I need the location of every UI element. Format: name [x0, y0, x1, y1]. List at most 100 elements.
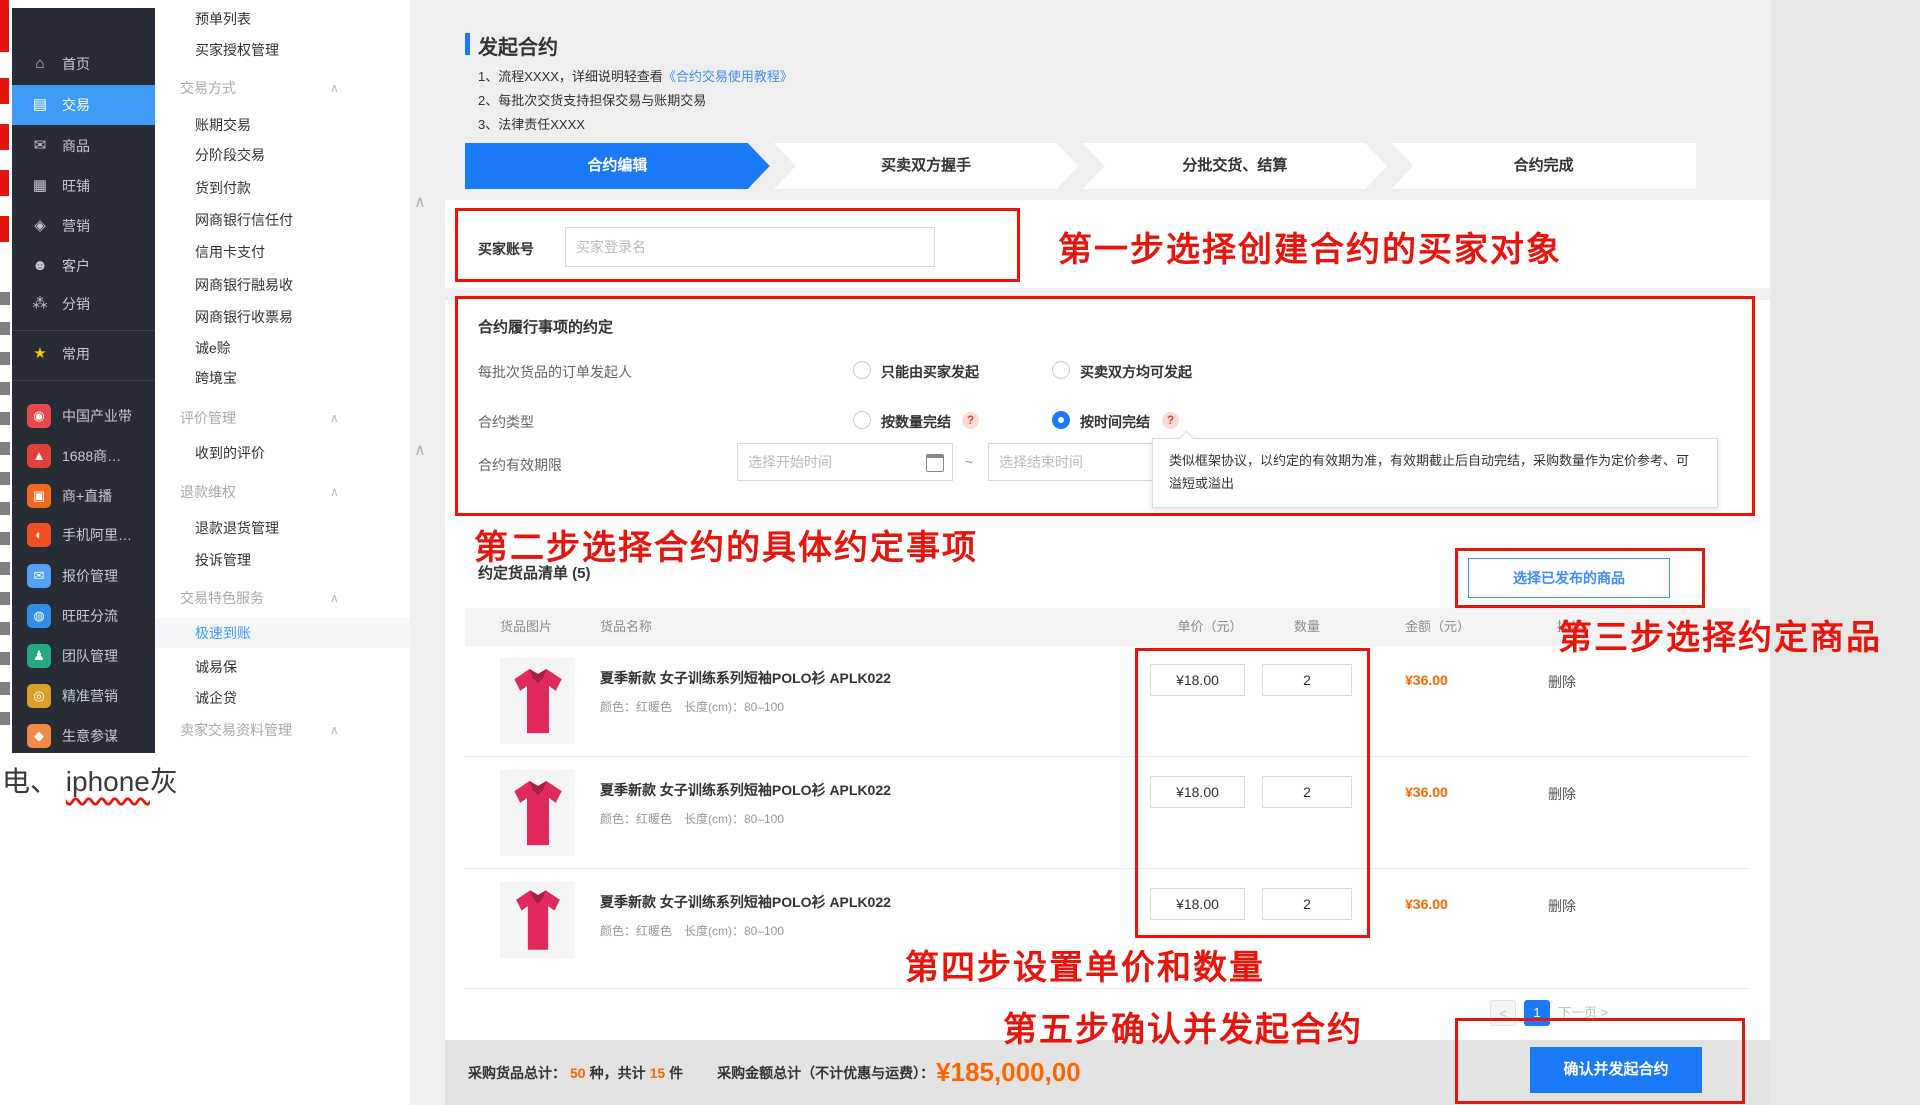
sidebar-app-business-advisor[interactable]: ◆ 生意参谋: [12, 716, 155, 756]
date-range-separator: ~: [965, 454, 973, 470]
radio-complete-by-time-label[interactable]: 按时间完结: [1080, 412, 1150, 432]
product-attrs: 颜色：红暖色 长度(cm)：80–100: [600, 810, 784, 827]
submenu-item[interactable]: 跨境宝: [155, 363, 410, 393]
submenu-group-header[interactable]: 交易方式∧: [155, 73, 410, 103]
wizard-step-complete[interactable]: 合约完成: [1391, 143, 1696, 189]
radio-complete-by-quantity-label[interactable]: 按数量完结: [881, 412, 951, 432]
submenu-item-selected[interactable]: 极速到账: [155, 618, 410, 648]
quantity-input[interactable]: [1262, 888, 1352, 920]
sidebar-item-shop[interactable]: ▦ 旺铺: [12, 166, 155, 206]
pagination-page-1[interactable]: 1: [1524, 1000, 1550, 1026]
sidebar-item-favorites[interactable]: ★ 常用: [12, 334, 155, 374]
buyer-account-input[interactable]: [565, 227, 935, 267]
submenu-item[interactable]: 信用卡支付: [155, 237, 410, 267]
tutorial-link[interactable]: 《合约交易使用教程》: [663, 69, 793, 84]
sidebar-app-team-management[interactable]: ♟ 团队管理: [12, 636, 155, 676]
home-icon: ⌂: [30, 44, 50, 84]
pagination-prev[interactable]: <: [1490, 1000, 1516, 1026]
sidebar-item-label: 手机阿里…: [62, 515, 132, 555]
sidebar-app-mobile-ali[interactable]: ◐ 手机阿里…: [12, 515, 155, 555]
unit-price-input[interactable]: [1150, 776, 1245, 808]
submenu-item[interactable]: 货到付款: [155, 173, 410, 203]
initiator-label: 每批次货品的订单发起人: [478, 362, 632, 382]
primary-sidebar: ⌂ 首页 ▤ 交易 ✉ 商品 ▦ 旺铺 ◈ 营销 ☻ 客户 ⁂ 分销 ★ 常用 …: [12, 8, 155, 753]
start-date-input[interactable]: [737, 443, 953, 481]
product-image: [500, 658, 575, 744]
submenu-item[interactable]: 买家授权管理: [155, 35, 410, 65]
submenu-item[interactable]: 账期交易: [155, 110, 410, 140]
end-date-input[interactable]: [988, 443, 1168, 481]
sidebar-app-live-streaming[interactable]: ▣ 商+直播: [12, 476, 155, 516]
sidebar-item-label: 营销: [62, 206, 90, 246]
sidebar-item-marketing[interactable]: ◈ 营销: [12, 206, 155, 246]
business-advisor-icon: ◆: [27, 724, 51, 748]
submenu-item[interactable]: 网商银行收票易: [155, 302, 410, 332]
right-gray-margin: [1770, 0, 1920, 1105]
radio-buyer-only-label[interactable]: 只能由买家发起: [881, 362, 979, 382]
delete-link[interactable]: 删除: [1548, 784, 1576, 804]
calendar-icon[interactable]: [926, 454, 944, 472]
title-accent-bar: [465, 33, 470, 55]
submenu-item[interactable]: 网商银行融易收: [155, 270, 410, 300]
delete-link[interactable]: 删除: [1548, 672, 1576, 692]
submenu-item[interactable]: 诚易保: [155, 652, 410, 682]
submenu-group-header[interactable]: 退款维权∧: [155, 477, 410, 507]
submenu-item[interactable]: 诚企贷: [155, 683, 410, 713]
sidebar-app-wangwang-routing[interactable]: ◍ 旺旺分流: [12, 596, 155, 636]
pieces-suffix: 件: [669, 1063, 683, 1083]
sidebar-item-distribution[interactable]: ⁂ 分销: [12, 284, 155, 324]
wizard-step-delivery-settlement[interactable]: 分批交货、结算: [1083, 143, 1388, 189]
submenu-item[interactable]: 退款退货管理: [155, 513, 410, 543]
radio-complete-by-time[interactable]: [1052, 411, 1070, 429]
sidebar-app-precision-marketing[interactable]: ◎ 精准营销: [12, 676, 155, 716]
sidebar-item-trade[interactable]: ▤ 交易: [12, 85, 155, 125]
distribution-icon: ⁂: [30, 284, 50, 324]
wizard-step-handshake[interactable]: 买卖双方握手: [774, 143, 1079, 189]
radio-buyer-only[interactable]: [853, 361, 871, 379]
submenu-item[interactable]: 诚e赊: [155, 333, 410, 363]
submenu-group-header[interactable]: 卖家交易资料管理∧: [155, 715, 410, 745]
sidebar-item-label: 常用: [62, 334, 90, 374]
background-document-text: 电、 iphone灰: [2, 760, 178, 800]
unit-price-input[interactable]: [1150, 664, 1245, 696]
submenu-item[interactable]: 投诉管理: [155, 545, 410, 575]
row-divider: [465, 868, 1750, 869]
sidebar-app-china-industrial-belt[interactable]: ◉ 中国产业带: [12, 396, 155, 436]
sidebar-item-goods[interactable]: ✉ 商品: [12, 126, 155, 166]
col-qty: 数量: [1277, 608, 1337, 646]
sidebar-item-label: 商+直播: [62, 476, 112, 516]
unit-price-input[interactable]: [1150, 888, 1245, 920]
sidebar-app-quotation-management[interactable]: ✉ 报价管理: [12, 556, 155, 596]
submenu-group-header[interactable]: 交易特色服务∧: [155, 583, 410, 613]
submenu-item[interactable]: 分阶段交易: [155, 140, 410, 170]
sidebar-item-home[interactable]: ⌂ 首页: [12, 44, 155, 84]
confirm-submit-contract-button[interactable]: 确认并发起合约: [1530, 1047, 1702, 1093]
help-icon[interactable]: ?: [1162, 412, 1179, 429]
radio-both-parties[interactable]: [1052, 361, 1070, 379]
submenu-item[interactable]: 预单列表: [155, 4, 410, 34]
sidebar-item-label: 1688商…: [62, 436, 121, 476]
help-icon[interactable]: ?: [962, 412, 979, 429]
submenu-item[interactable]: 网商银行信任付: [155, 205, 410, 235]
submenu-group-header[interactable]: 评价管理∧: [155, 403, 410, 433]
delete-link[interactable]: 删除: [1548, 896, 1576, 916]
tooltip-text: 类似框架协议，以约定的有效期为准，有效期截止后自动完结，采购数量作为定价参考、可…: [1169, 453, 1689, 491]
quantity-input[interactable]: [1262, 776, 1352, 808]
sidebar-item-label: 旺铺: [62, 166, 90, 206]
submenu-item[interactable]: 收到的评价: [155, 438, 410, 468]
note-line-1: 1、流程XXXX，详细说明轻查看《合约交易使用教程》: [478, 66, 793, 85]
wizard-step-contract-edit[interactable]: 合约编辑: [465, 143, 770, 189]
product-name: 夏季新款 女子训练系列短袖POLO衫 APLK022: [600, 780, 891, 800]
radio-complete-by-quantity[interactable]: [853, 411, 871, 429]
sidebar-app-1688-mall[interactable]: ▲ 1688商…: [12, 436, 155, 476]
radio-both-parties-label[interactable]: 买卖双方均可发起: [1080, 362, 1192, 382]
sidebar-item-customers[interactable]: ☻ 客户: [12, 246, 155, 286]
doc-text-misspelled: iphone: [66, 766, 150, 797]
select-published-goods-button[interactable]: 选择已发布的商品: [1468, 558, 1670, 598]
pagination-next[interactable]: 下一页 >: [1558, 1000, 1648, 1026]
product-name: 夏季新款 女子训练系列短袖POLO衫 APLK022: [600, 892, 891, 912]
doc-text-after: 灰: [150, 766, 178, 797]
product-attrs: 颜色：红暖色 长度(cm)：80–100: [600, 922, 784, 939]
quantity-input[interactable]: [1262, 664, 1352, 696]
collapse-caret-icon: ∧: [330, 715, 339, 745]
